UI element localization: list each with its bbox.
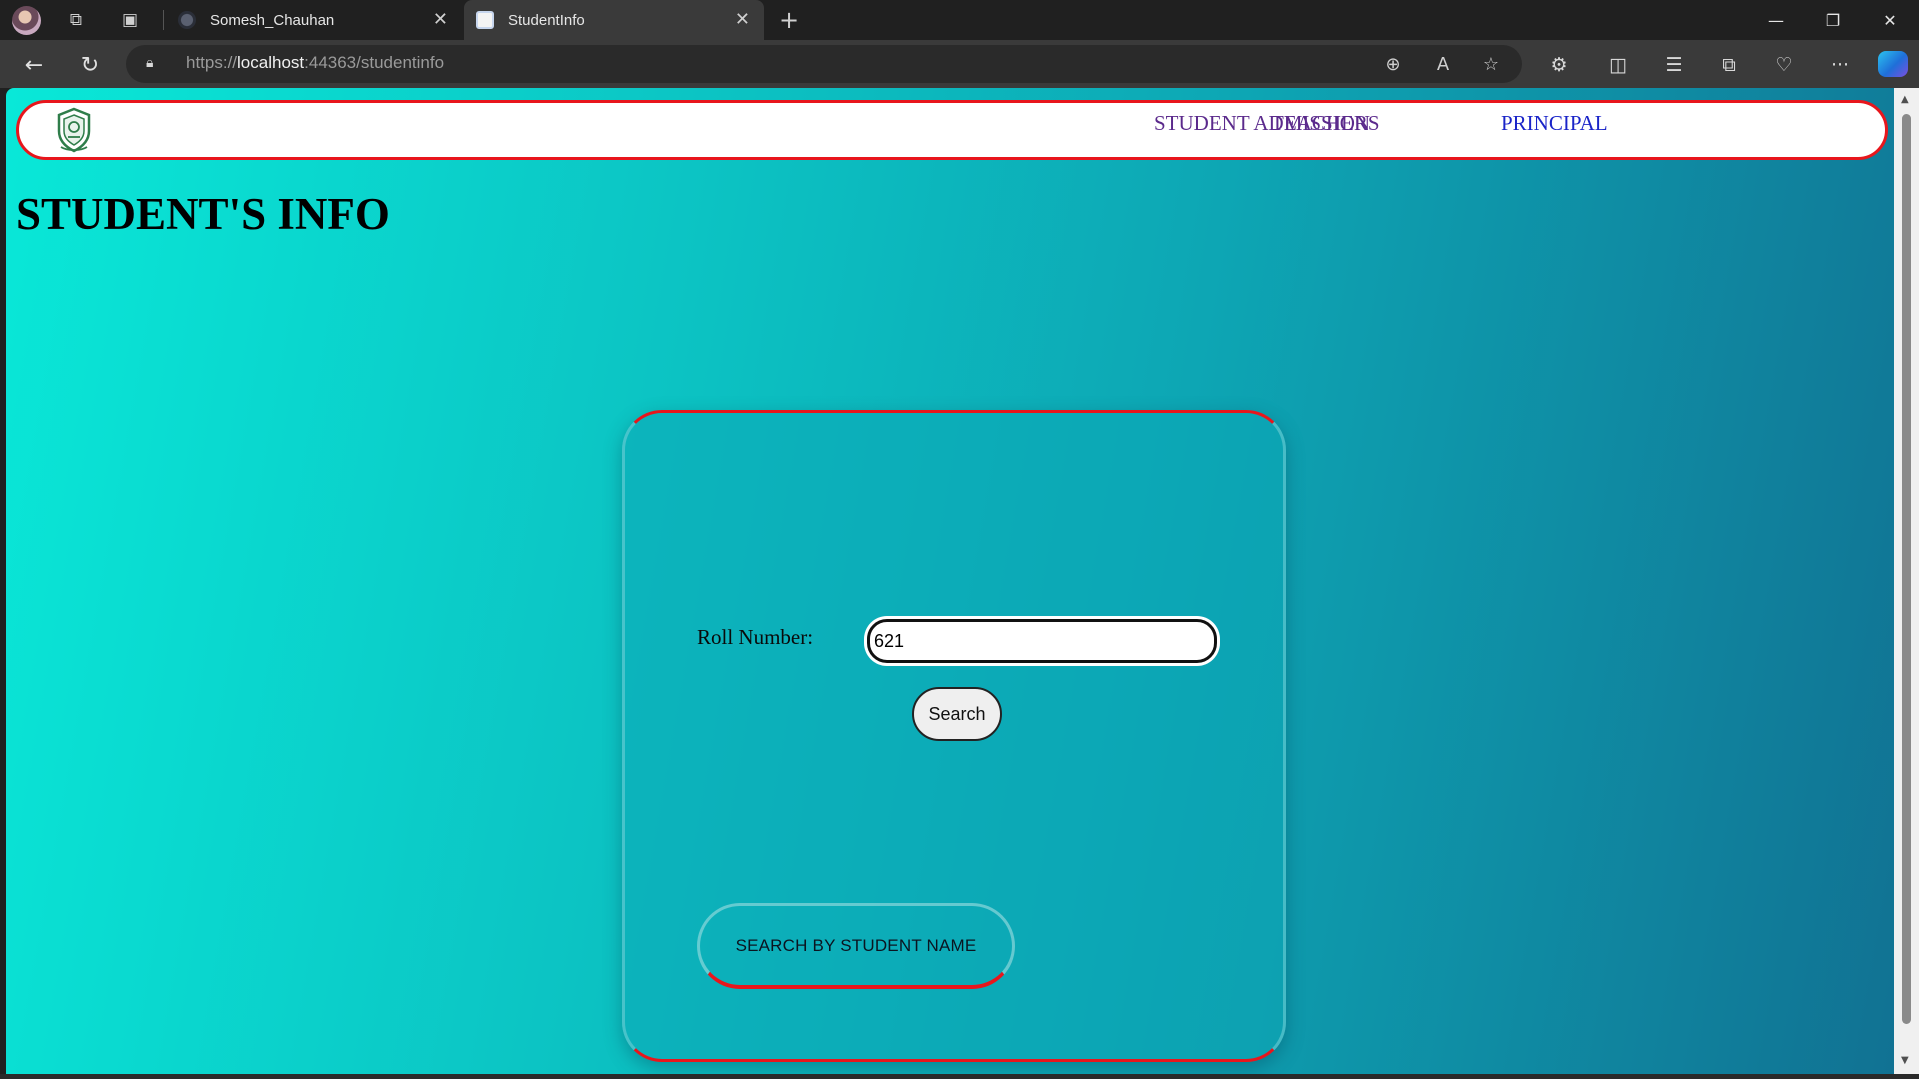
scroll-up-arrow-icon[interactable]: ▲	[1901, 94, 1909, 105]
restore-icon[interactable]: ❐	[1805, 0, 1861, 40]
search-card: Roll Number: Search SEARCH BY STUDENT NA…	[622, 410, 1286, 1062]
tab-somesh-chauhan[interactable]: Somesh_Chauhan ✕	[166, 0, 462, 40]
nav-link-teachers[interactable]: TEACHERS	[1271, 111, 1380, 136]
page-viewport: STUDENT ADMISSION TEACHERS PRINCIPAL STU…	[6, 88, 1894, 1074]
copilot-icon[interactable]	[1878, 51, 1908, 77]
browser-essentials-icon[interactable]: ♡	[1768, 49, 1800, 81]
browser-toolbar: ← ↻ 🔒︎ https://localhost:44363/studentin…	[0, 40, 1919, 88]
scroll-thumb[interactable]	[1902, 114, 1911, 1024]
lock-icon[interactable]: 🔒︎	[146, 55, 160, 73]
roll-number-label: Roll Number:	[697, 625, 814, 649]
tab-title: StudentInfo	[508, 11, 585, 29]
minimize-icon[interactable]: —	[1748, 0, 1804, 40]
scroll-down-arrow-icon[interactable]: ▼	[1901, 1055, 1909, 1066]
address-bar[interactable]: 🔒︎ https://localhost:44363/studentinfo ⊕…	[126, 45, 1522, 83]
school-crest-logo-icon[interactable]	[55, 107, 93, 153]
favorites-icon[interactable]: ☰	[1658, 49, 1690, 81]
browser-tab-bar: ⧉ ▣ Somesh_Chauhan ✕ StudentInfo ✕ + — ❐…	[0, 0, 1919, 40]
url-scheme: https://	[186, 53, 238, 72]
page-title: STUDENT'S INFO	[16, 189, 390, 239]
zoom-icon[interactable]: ⊕	[1378, 49, 1408, 79]
tab-separator	[163, 10, 164, 30]
site-navbar: STUDENT ADMISSION TEACHERS PRINCIPAL	[16, 100, 1888, 160]
close-tab-icon[interactable]: ✕	[735, 9, 750, 30]
workspaces-icon[interactable]: ⧉	[62, 6, 90, 34]
tab-title: Somesh_Chauhan	[210, 11, 335, 29]
page-favicon-icon	[476, 11, 494, 29]
search-by-name-button[interactable]: SEARCH BY STUDENT NAME	[697, 903, 1015, 989]
new-tab-icon[interactable]: +	[775, 6, 803, 34]
github-favicon-icon	[178, 11, 196, 29]
vertical-tabs-icon[interactable]: ▣	[116, 6, 144, 34]
extensions-icon[interactable]: ⚙	[1543, 49, 1575, 81]
read-aloud-icon[interactable]: A	[1428, 49, 1458, 79]
collections-icon[interactable]: ⧉	[1713, 49, 1745, 81]
url-text[interactable]: https://localhost:44363/studentinfo	[186, 53, 444, 73]
url-path: :44363/studentinfo	[304, 53, 445, 72]
split-screen-icon[interactable]: ◫	[1602, 49, 1634, 81]
favorite-star-icon[interactable]: ☆	[1476, 49, 1506, 79]
nav-link-principal[interactable]: PRINCIPAL	[1501, 111, 1608, 136]
window-bottom-edge	[0, 1074, 1919, 1079]
vertical-scrollbar[interactable]: ▲ ▼	[1894, 88, 1919, 1074]
refresh-icon[interactable]: ↻	[74, 49, 106, 81]
profile-avatar[interactable]	[12, 6, 41, 35]
url-host: localhost	[237, 53, 305, 72]
tab-studentinfo[interactable]: StudentInfo ✕	[464, 0, 764, 40]
back-arrow-icon[interactable]: ←	[18, 49, 50, 81]
close-window-icon[interactable]: ✕	[1862, 0, 1918, 40]
roll-number-input[interactable]	[867, 619, 1217, 663]
more-options-icon[interactable]: ···	[1824, 49, 1856, 81]
close-tab-icon[interactable]: ✕	[433, 9, 448, 30]
search-button[interactable]: Search	[912, 687, 1002, 741]
